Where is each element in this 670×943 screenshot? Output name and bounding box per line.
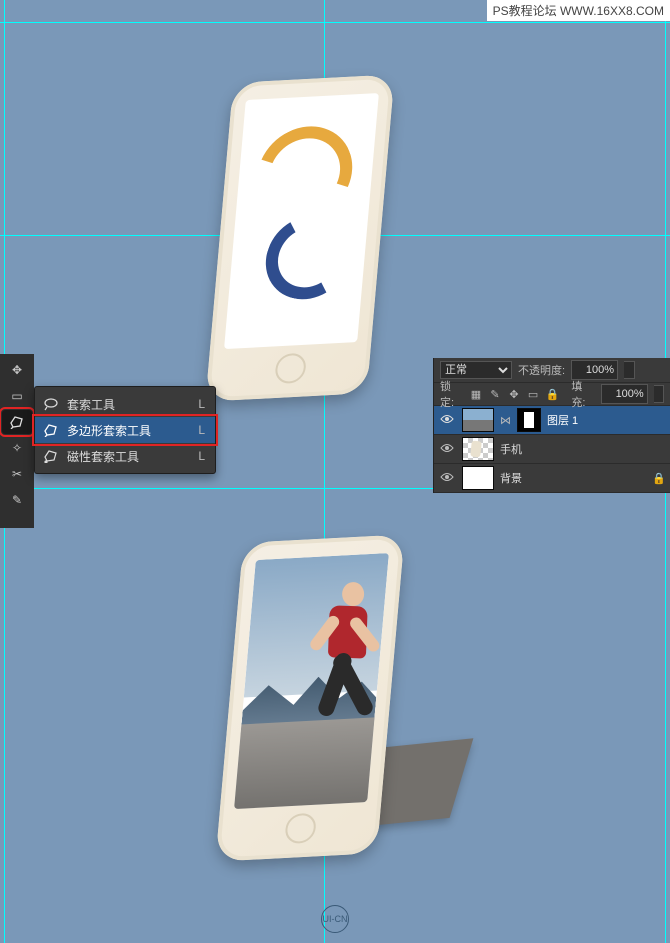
magic-wand-tool[interactable]: ✧ xyxy=(2,436,32,460)
blend-mode-select[interactable]: 正常 xyxy=(440,361,512,379)
polygonal-lasso-icon xyxy=(9,414,25,430)
visibility-toggle[interactable] xyxy=(438,472,456,485)
magnetic-lasso-icon xyxy=(43,448,59,464)
lock-all-icon[interactable]: 🔒 xyxy=(546,388,560,401)
layer-name[interactable]: 图层 1 xyxy=(547,412,578,428)
layer-thumbnail[interactable] xyxy=(462,466,494,490)
layer-mask-thumbnail[interactable] xyxy=(517,408,541,432)
flyout-item-magnetic-lasso[interactable]: 磁性套索工具 L xyxy=(35,443,215,469)
fill-input[interactable] xyxy=(601,384,648,404)
fill-label: 填充: xyxy=(571,378,594,410)
lasso-tool-flyout: 套索工具 L 多边形套索工具 L 磁性套索工具 L xyxy=(34,386,216,474)
marquee-icon: ▭ xyxy=(9,388,25,404)
flyout-item-lasso[interactable]: 套索工具 L xyxy=(35,391,215,417)
lock-artboard-icon[interactable]: ▭ xyxy=(527,388,540,401)
magic-wand-icon: ✧ xyxy=(9,440,25,456)
home-button-icon xyxy=(274,353,307,384)
layers-lock-row: 锁定: ▦ ✎ ✥ ▭ 🔒 填充: xyxy=(434,383,670,406)
eyedropper-icon: ✎ xyxy=(9,492,25,508)
layer-row[interactable]: 背景 🔒 xyxy=(434,464,670,493)
home-button-icon xyxy=(284,813,317,844)
layers-panel: 正常 不透明度: 锁定: ▦ ✎ ✥ ▭ 🔒 填充: ⋈ 图层 1 xyxy=(433,358,670,493)
layer-row[interactable]: 手机 xyxy=(434,435,670,464)
layer-name[interactable]: 手机 xyxy=(500,441,522,457)
watermark-text: PS教程论坛 WWW.16XX8.COM xyxy=(487,0,670,21)
lock-icon: 🔒 xyxy=(652,472,666,485)
flyout-shortcut: L xyxy=(198,423,205,437)
mask-link-icon[interactable]: ⋈ xyxy=(500,414,511,427)
eye-icon xyxy=(440,414,454,424)
flyout-shortcut: L xyxy=(198,449,205,463)
flyout-item-polygonal-lasso[interactable]: 多边形套索工具 L xyxy=(35,417,215,443)
layer-thumbnail[interactable] xyxy=(462,437,494,461)
eye-icon xyxy=(440,472,454,482)
crop-icon: ✂ xyxy=(9,466,25,482)
runner-head xyxy=(342,582,365,607)
eyedropper-tool[interactable]: ✎ xyxy=(2,488,32,512)
flyout-label: 磁性套索工具 xyxy=(67,448,139,465)
layer-row[interactable]: ⋈ 图层 1 xyxy=(434,406,670,435)
polygonal-lasso-tool[interactable] xyxy=(2,410,32,434)
marquee-tool[interactable]: ▭ xyxy=(2,384,32,408)
phone-screen xyxy=(224,93,379,349)
visibility-toggle[interactable] xyxy=(438,414,456,427)
lock-position-icon[interactable]: ✥ xyxy=(508,388,521,401)
lock-label: 锁定: xyxy=(440,378,463,410)
move-icon: ✥ xyxy=(9,362,25,378)
flyout-shortcut: L xyxy=(198,397,205,411)
flyout-label: 多边形套索工具 xyxy=(67,422,151,439)
eye-icon xyxy=(440,443,454,453)
layer-thumbnail[interactable] xyxy=(462,408,494,432)
opacity-dropdown[interactable] xyxy=(624,361,635,379)
move-tool[interactable]: ✥ xyxy=(2,358,32,382)
lasso-icon xyxy=(43,396,59,412)
layer-name[interactable]: 背景 xyxy=(500,470,522,486)
toolbox: ✥ ▭ ✧ ✂ ✎ xyxy=(0,354,34,528)
visibility-toggle[interactable] xyxy=(438,443,456,456)
opacity-input[interactable] xyxy=(571,360,618,380)
lock-pixels-icon[interactable]: ▦ xyxy=(469,388,482,401)
running-man xyxy=(297,568,403,741)
fish-wallpaper xyxy=(224,93,379,349)
guide-horizontal xyxy=(0,22,670,23)
canvas: PS教程论坛 WWW.16XX8.COM ✥ ▭ xyxy=(0,0,670,943)
layers-top-row: 正常 不透明度: xyxy=(434,358,670,383)
polygonal-lasso-icon xyxy=(43,422,59,438)
phone-mockup-top xyxy=(205,74,394,401)
uicn-logo: UI-CN xyxy=(321,905,349,933)
crop-tool[interactable]: ✂ xyxy=(2,462,32,486)
fill-dropdown[interactable] xyxy=(654,385,664,403)
lock-brush-icon[interactable]: ✎ xyxy=(488,388,501,401)
opacity-label: 不透明度: xyxy=(518,362,565,378)
flyout-label: 套索工具 xyxy=(67,396,115,413)
